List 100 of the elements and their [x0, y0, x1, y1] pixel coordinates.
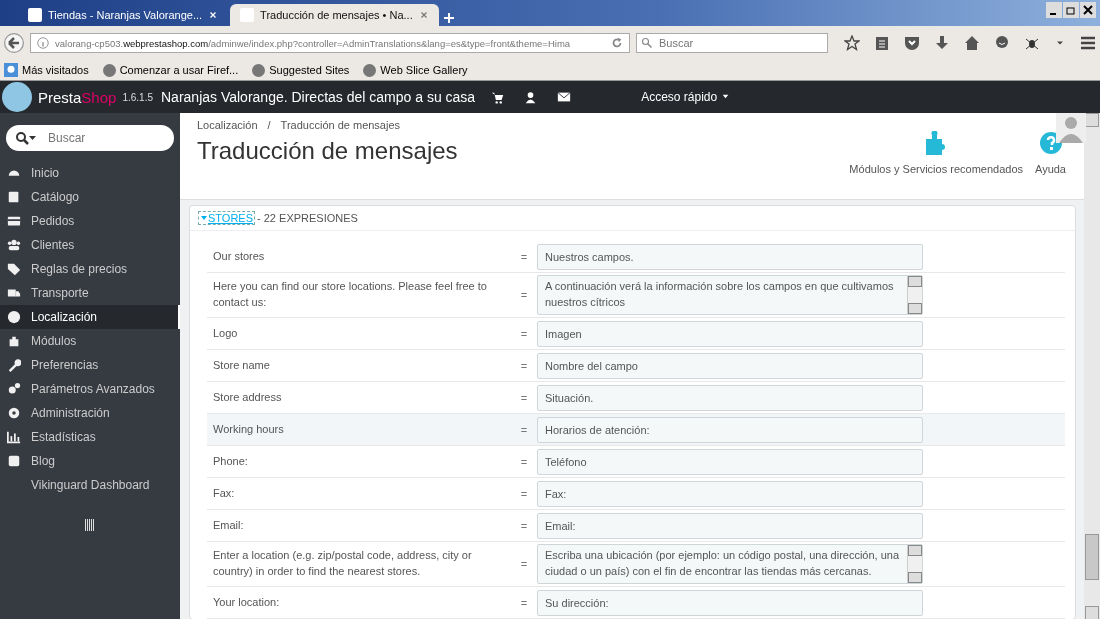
reload-icon[interactable] — [610, 36, 624, 50]
menu-item-icon — [7, 382, 21, 396]
source-text: Enter a location (e.g. zip/postal code, address, city or country) in order to find the nearest stores. — [212, 548, 473, 580]
translation-field[interactable]: Situación. — [537, 384, 923, 411]
equals-sign: = — [519, 289, 529, 302]
download-icon[interactable] — [934, 35, 950, 51]
globe-icon — [252, 63, 266, 77]
equals-sign: = — [519, 558, 529, 571]
page-scrollbar[interactable] — [1084, 113, 1100, 619]
sidebar-item[interactable]: Transporte — [0, 281, 180, 305]
caret-icon[interactable] — [720, 92, 730, 101]
sidebar-item[interactable]: Catálogo — [0, 185, 180, 209]
browser-tab[interactable]: Traducción de mensajes • Na... — [230, 4, 439, 26]
translation-field[interactable]: Teléfono — [537, 448, 923, 475]
bookmark-label[interactable]: Suggested Sites — [269, 64, 350, 76]
equals-sign: = — [519, 423, 529, 436]
sidebar-item[interactable]: Estadísticas — [0, 425, 180, 449]
scroll-arrow-button[interactable] — [908, 572, 922, 583]
address-field[interactable]: valorang-cp503.webprestashop.com/adminwe/index.php?controller=AdminTranslations&lang=es&type=front&theme=Hima — [30, 33, 630, 53]
menu-item-icon — [7, 262, 21, 276]
source-text: Email: — [212, 517, 245, 533]
scroll-arrow-button[interactable] — [908, 545, 922, 557]
equals-sign: = — [519, 487, 529, 500]
chat-icon[interactable] — [994, 35, 1010, 51]
search-field[interactable]: Buscar — [636, 33, 828, 53]
translation-field[interactable]: Nombre del campo — [537, 352, 923, 379]
equals-sign: = — [519, 359, 529, 372]
home-icon[interactable] — [964, 35, 980, 51]
menu-item-icon — [7, 358, 21, 372]
sidebar-item[interactable]: Preferencias — [0, 353, 180, 377]
expression-count: - 22 EXPRESIONES — [257, 212, 358, 225]
scroll-thumb[interactable] — [1085, 533, 1099, 580]
quick-access-menu[interactable]: Acceso rápido — [641, 90, 730, 104]
bookmark-link[interactable]: Más visitados — [4, 63, 89, 77]
clipboard-icon[interactable] — [874, 35, 890, 51]
collapse-handle-icon[interactable] — [85, 519, 95, 531]
textarea-scrollbar[interactable] — [907, 276, 922, 315]
bookmark-label[interactable]: Comenzar a usar Firef... — [119, 64, 239, 76]
page-title: Traducción de mensajes — [197, 137, 459, 165]
sidebar-item[interactable]: Administración — [0, 401, 180, 425]
source-text: Logo — [212, 325, 239, 341]
puffin-logo-icon[interactable] — [2, 82, 32, 112]
breadcrumb-link[interactable]: Traducción de mensajes — [280, 119, 401, 131]
shop-name-link[interactable]: Naranjas Valorange. Directas del campo a su casa — [161, 89, 476, 105]
menu-item-icon — [7, 334, 21, 348]
source-text: Here you can find our store locations. Please feel free to contact us: — [212, 279, 488, 311]
back-icon[interactable] — [4, 30, 24, 56]
bookmark-label[interactable]: Más visitados — [22, 64, 89, 76]
equals-sign: = — [519, 327, 529, 340]
sidebar-item[interactable]: Inicio — [0, 161, 180, 185]
textarea-scrollbar[interactable] — [907, 545, 922, 583]
bookmark-link[interactable]: Comenzar a usar Firef... — [102, 63, 239, 77]
sidebar-item[interactable]: Parámetros Avanzados — [0, 377, 180, 401]
translation-field[interactable]: Email: — [537, 512, 923, 539]
sidebar-search-field[interactable]: Buscar — [6, 125, 174, 151]
menu-item-icon — [7, 454, 21, 468]
scroll-arrow-button[interactable] — [908, 303, 922, 315]
sidebar-item[interactable]: Vikinguard Dashboard — [0, 473, 180, 497]
sidebar-item[interactable]: Módulos — [0, 329, 180, 353]
envelope-icon[interactable] — [557, 90, 572, 104]
breadcrumb-separator: / — [267, 119, 271, 131]
translation-field[interactable]: Su dirección: — [537, 589, 923, 616]
menu-icon[interactable] — [1080, 35, 1096, 51]
equals-sign: = — [519, 391, 529, 404]
pocket-icon[interactable] — [904, 35, 920, 51]
cart-icon[interactable] — [491, 90, 505, 104]
bookmark-folder-icon — [4, 63, 18, 77]
sidebar-item[interactable]: Reglas de precios — [0, 257, 180, 281]
source-text: Working hours — [212, 421, 285, 437]
sidebar-item[interactable]: Clientes — [0, 233, 180, 257]
favicon-icon — [28, 8, 42, 22]
translation-field[interactable]: Imagen — [537, 320, 923, 347]
equals-sign: = — [519, 250, 529, 263]
sidebar-item[interactable]: Pedidos — [0, 209, 180, 233]
translation-textarea[interactable]: A continuación verá la información sobre los campos en que cultivamos nuestros cítricos — [537, 275, 923, 316]
translation-textarea[interactable]: Escriba una ubicación (por ejemplo: un código postal, una dirección, una ciudad o un país) con el fin de encontrar las tiendas más cercanas. — [537, 544, 923, 584]
translation-field[interactable]: Fax: — [537, 480, 923, 507]
close-icon[interactable] — [1080, 2, 1096, 18]
sidebar-item[interactable]: Blog — [0, 449, 180, 473]
search-icon[interactable] — [15, 131, 37, 145]
toolbar-button[interactable]: Módulos y Servicios recomendados — [849, 131, 1023, 199]
restore-icon[interactable] — [1063, 2, 1079, 18]
star-icon[interactable] — [844, 35, 860, 51]
bookmark-link[interactable]: Suggested Sites — [252, 63, 350, 77]
breadcrumb-link[interactable]: Localización — [197, 119, 258, 131]
minimize-icon[interactable] — [1046, 2, 1062, 18]
browser-tab[interactable]: Tiendas - Naranjas Valorange... — [18, 4, 229, 26]
bookmark-label[interactable]: Web Slice Gallery — [380, 64, 468, 76]
menu-item-icon — [7, 214, 21, 228]
equals-sign: = — [519, 596, 529, 609]
user-icon[interactable] — [524, 90, 538, 104]
bookmark-link[interactable]: Web Slice Gallery — [363, 63, 468, 77]
globe-icon — [363, 63, 377, 77]
translation-field[interactable]: Nuestros campos. — [537, 243, 923, 270]
scroll-arrow-button[interactable] — [908, 276, 922, 288]
translation-field[interactable]: Horarios de atención: — [537, 416, 923, 443]
globe-icon — [102, 63, 116, 77]
info-icon[interactable] — [36, 36, 50, 50]
close-icon[interactable] — [208, 10, 219, 20]
sidebar-item[interactable]: Localización — [0, 305, 180, 329]
